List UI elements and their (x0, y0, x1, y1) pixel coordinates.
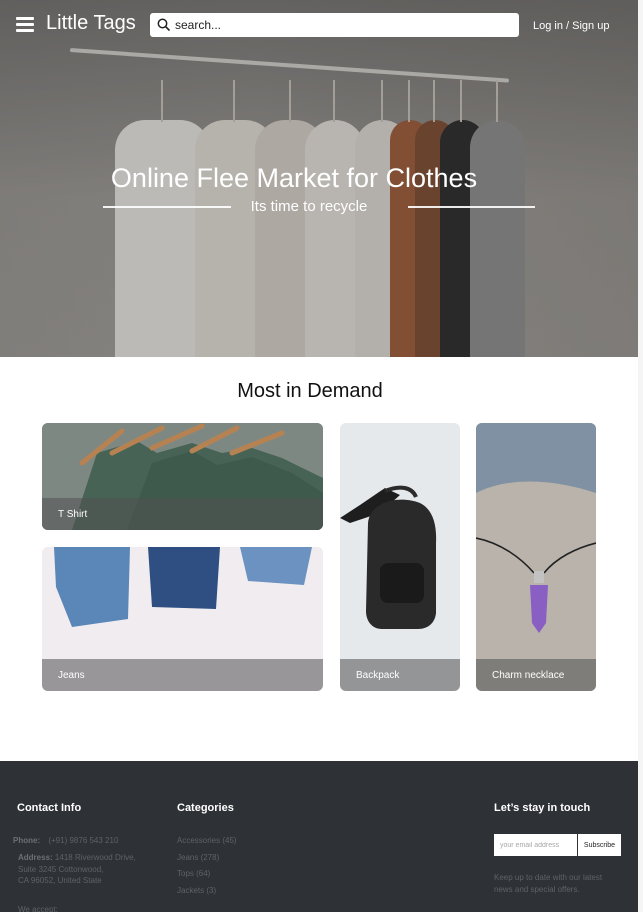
newsletter-note-line-2: news and special offers. (494, 884, 580, 894)
newsletter-note-line-1: Keep up to date with our latest (494, 873, 603, 882)
phone-value: (+91) 9876 543 210 (48, 836, 119, 845)
page-edge (638, 0, 643, 912)
menu-icon[interactable] (16, 17, 34, 33)
category-link-jackets[interactable]: Jackets (3) (177, 885, 216, 897)
divider-right (408, 206, 535, 208)
card-label-charm-necklace[interactable]: Charm necklace (492, 670, 564, 681)
search-bar[interactable] (150, 13, 519, 37)
newsletter-heading: Let’s stay in touch (494, 802, 591, 814)
category-link-accessories[interactable]: Accessories (45) (177, 835, 237, 847)
product-card-jeans[interactable]: Jeans (42, 547, 323, 691)
charm-necklace-image (476, 423, 596, 691)
address-line-1: 1418 Riverwood Drive, (54, 853, 136, 862)
login-signup-link[interactable]: Log in / Sign up (533, 20, 609, 32)
product-card-charm-necklace[interactable]: Charm necklace (476, 423, 596, 691)
card-label-backpack[interactable]: Backpack (356, 670, 399, 681)
contact-address: Address: 1418 Riverwood Drive, Suite 324… (18, 852, 136, 887)
product-card-tshirt[interactable]: T Shirt (42, 423, 323, 530)
address-label: Address: (18, 853, 53, 862)
card-label-jeans[interactable]: Jeans (58, 670, 85, 681)
contact-heading: Contact Info (17, 802, 82, 814)
we-accept-label: We accept: (18, 905, 58, 912)
card-label-tshirt[interactable]: T Shirt (58, 509, 87, 520)
address-line-2: Suite 3245 Cottonwood, (18, 864, 104, 874)
hero-banner: Little Tags Log in / Sign up Online Flee… (0, 0, 643, 357)
brand-logo[interactable]: Little Tags (46, 12, 136, 35)
newsletter-note: Keep up to date with our latest news and… (494, 872, 602, 895)
search-input[interactable] (175, 16, 505, 34)
email-field[interactable] (494, 834, 577, 856)
address-line-3: CA 96052, United State (18, 876, 102, 885)
subscribe-button[interactable]: Subscribe (578, 834, 621, 856)
category-link-tops[interactable]: Tops (64) (177, 868, 210, 880)
categories-heading: Categories (177, 802, 234, 814)
hero-title: Online Flee Market for Clothes (110, 163, 478, 193)
section-title: Most in Demand (237, 380, 383, 402)
phone-label: Phone: (13, 836, 41, 845)
contact-phone: Phone: (+91) 9876 543 210 (13, 835, 118, 847)
category-link-jeans[interactable]: Jeans (278) (177, 852, 219, 864)
product-card-backpack[interactable]: Backpack (340, 423, 460, 691)
footer: Contact Info Phone: (+91) 9876 543 210 A… (0, 761, 638, 912)
backpack-image (340, 423, 460, 691)
search-icon[interactable] (157, 18, 170, 31)
